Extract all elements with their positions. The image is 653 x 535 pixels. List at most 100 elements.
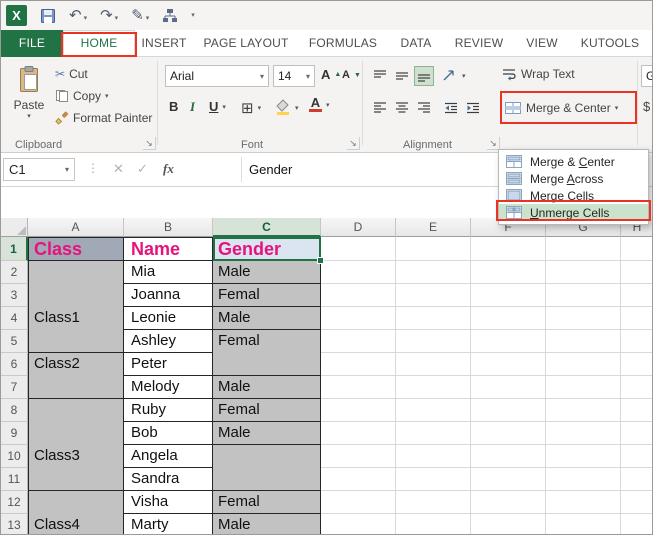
cell-H7[interactable] [621, 376, 653, 399]
cancel-button[interactable]: ✕ [113, 161, 124, 177]
cell-G9[interactable] [546, 422, 621, 445]
cell-C8[interactable]: Femal [213, 399, 321, 422]
cell-F6[interactable] [471, 353, 546, 376]
row-header-2[interactable]: 2 [1, 261, 28, 284]
row-header-6[interactable]: 6 [1, 353, 28, 376]
row-header-10[interactable]: 10 [1, 445, 28, 468]
col-header-B[interactable]: B [124, 218, 213, 237]
cell-F2[interactable] [471, 261, 546, 284]
cell-E13[interactable] [396, 514, 471, 535]
cell-H5[interactable] [621, 330, 653, 353]
cell-E10[interactable] [396, 445, 471, 468]
formula-bar-input[interactable]: Gender [249, 153, 292, 187]
cell-D8[interactable] [321, 399, 396, 422]
cell-C4[interactable]: Male [213, 307, 321, 330]
cell-G12[interactable] [546, 491, 621, 514]
cell-D2[interactable] [321, 261, 396, 284]
tab-data[interactable]: DATA [387, 30, 445, 57]
cell-D12[interactable] [321, 491, 396, 514]
menu-item-merge-cells[interactable]: Merge Cells [499, 187, 648, 204]
insert-function-button[interactable]: fx [163, 161, 174, 177]
cell-D10[interactable] [321, 445, 396, 468]
row-header-5[interactable]: 5 [1, 330, 28, 353]
align-right-button[interactable] [414, 98, 434, 118]
cell-F12[interactable] [471, 491, 546, 514]
cell-H9[interactable] [621, 422, 653, 445]
font-color-button[interactable]: A ▾ [309, 97, 330, 112]
cell-E7[interactable] [396, 376, 471, 399]
row-header-13[interactable]: 13 [1, 514, 28, 535]
align-bottom-button[interactable] [414, 66, 434, 86]
cell-B3[interactable]: Joanna [124, 284, 213, 307]
borders-button[interactable]: ⊞ ▾ [241, 99, 261, 117]
col-header-E[interactable]: E [396, 218, 471, 237]
cell-E3[interactable] [396, 284, 471, 307]
tab-view[interactable]: VIEW [513, 30, 571, 57]
cell-H10[interactable] [621, 445, 653, 468]
tab-file[interactable]: FILE [1, 30, 63, 57]
cell-H13[interactable] [621, 514, 653, 535]
cell-G10[interactable] [546, 445, 621, 468]
cell-B12[interactable]: Visha [124, 491, 213, 514]
cell-G11[interactable] [546, 468, 621, 491]
cell-F8[interactable] [471, 399, 546, 422]
cell-D5[interactable] [321, 330, 396, 353]
cell-B8[interactable]: Ruby [124, 399, 213, 422]
menu-item-unmerge-cells[interactable]: Unmerge Cells [499, 204, 648, 221]
name-box[interactable]: C1 ▾ [3, 158, 75, 181]
fill-color-button[interactable]: ▾ [275, 99, 299, 116]
customize-qat-button[interactable]: ▾ [191, 11, 195, 21]
cell-E4[interactable] [396, 307, 471, 330]
copy-button[interactable]: Copy ▾ [55, 89, 109, 103]
orientation-button[interactable]: ▾ [441, 68, 466, 83]
row-header-7[interactable]: 7 [1, 376, 28, 399]
cell-G1[interactable] [546, 237, 621, 261]
font-name-combo[interactable]: Arial ▾ [165, 65, 269, 87]
redo-button[interactable]: ↷▾ [100, 8, 118, 24]
menu-item-merge-across[interactable]: Merge Across [499, 170, 648, 187]
cell-C13[interactable]: Male [213, 514, 321, 535]
tab-formulas[interactable]: FORMULAS [299, 30, 387, 57]
number-format-combo[interactable]: Ge [641, 65, 653, 87]
cell-F7[interactable] [471, 376, 546, 399]
cell-B11[interactable]: Sandra [124, 468, 213, 491]
cell-E11[interactable] [396, 468, 471, 491]
cell-H3[interactable] [621, 284, 653, 307]
row-header-3[interactable]: 3 [1, 284, 28, 307]
cell-F4[interactable] [471, 307, 546, 330]
tab-review[interactable]: REVIEW [445, 30, 513, 57]
cell-B7[interactable]: Melody [124, 376, 213, 399]
cell-H6[interactable] [621, 353, 653, 376]
tab-page-layout[interactable]: PAGE LAYOUT [193, 30, 299, 57]
cell-F10[interactable] [471, 445, 546, 468]
cell-A11[interactable] [28, 468, 124, 491]
cell-B9[interactable]: Bob [124, 422, 213, 445]
font-dialog-launcher[interactable]: ↘ [347, 137, 360, 150]
clipboard-dialog-launcher[interactable]: ↘ [143, 137, 156, 150]
cell-D4[interactable] [321, 307, 396, 330]
cell-G7[interactable] [546, 376, 621, 399]
enter-button[interactable]: ✓ [137, 161, 148, 177]
cell-H4[interactable] [621, 307, 653, 330]
align-top-button[interactable] [370, 66, 390, 86]
row-header-8[interactable]: 8 [1, 399, 28, 422]
bold-button[interactable]: B [169, 99, 178, 114]
cell-E1[interactable] [396, 237, 471, 261]
col-header-D[interactable]: D [321, 218, 396, 237]
cell-A5[interactable] [28, 330, 124, 353]
cell-D1[interactable] [321, 237, 396, 261]
cell-F3[interactable] [471, 284, 546, 307]
cell-A7[interactable] [28, 376, 124, 399]
accounting-format-button[interactable]: $ [643, 99, 650, 114]
cell-D9[interactable] [321, 422, 396, 445]
align-center-button[interactable] [392, 98, 412, 118]
row-header-4[interactable]: 4 [1, 307, 28, 330]
cell-E6[interactable] [396, 353, 471, 376]
col-header-A[interactable]: A [28, 218, 124, 237]
align-middle-button[interactable] [392, 66, 412, 86]
cell-A13[interactable]: Class4 [28, 514, 124, 535]
pen-tool-button[interactable]: ✎▾ [131, 8, 149, 24]
tab-home[interactable]: HOME [63, 30, 135, 57]
cut-button[interactable]: ✂ Cut [55, 67, 88, 81]
decrease-indent-button[interactable] [441, 98, 461, 118]
